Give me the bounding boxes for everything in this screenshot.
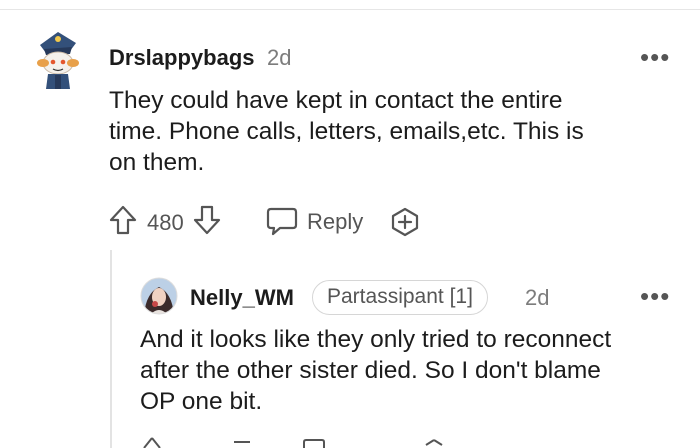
arrow-down-icon	[193, 205, 221, 235]
reply-label: Reply	[307, 209, 364, 234]
award-button[interactable]	[389, 206, 421, 238]
comment-line: OP one bit.	[140, 388, 263, 415]
comment-line: on them.	[109, 149, 205, 176]
upvote-button[interactable]	[108, 204, 138, 236]
comment-body: And it looks like they only tried to rec…	[140, 324, 690, 417]
comment-username[interactable]: Drslappybags	[109, 45, 255, 71]
comment-username[interactable]: Nelly_WM	[190, 285, 294, 311]
arrow-down-icon	[234, 441, 250, 443]
avatar[interactable]	[34, 29, 82, 91]
comment-age[interactable]: 2d	[525, 285, 549, 311]
speech-bubble-icon	[266, 207, 298, 236]
comment-line: They could have kept in contact the enti…	[109, 87, 563, 114]
more-dots-icon[interactable]: •••	[640, 44, 670, 70]
downvote-button[interactable]	[232, 436, 252, 448]
award-button[interactable]	[424, 436, 444, 448]
arrow-up-icon	[143, 437, 161, 448]
speech-bubble-icon	[303, 439, 325, 448]
snoo-avatar-icon	[37, 32, 79, 89]
user-flair-badge: Partassipant [1]	[312, 280, 488, 315]
award-plus-icon	[391, 207, 419, 237]
reply-button[interactable]: Reply	[266, 206, 370, 238]
comment-body: They could have kept in contact the enti…	[109, 85, 679, 178]
user-photo-avatar-icon	[140, 277, 178, 315]
arrow-up-icon	[109, 205, 137, 235]
comment-line: after the other sister died. So I don't …	[140, 357, 601, 384]
comment-age[interactable]: 2d	[267, 45, 291, 71]
avatar[interactable]	[140, 277, 178, 315]
more-dots-icon[interactable]: •••	[640, 283, 670, 309]
comment-line: time. Phone calls, letters, emails,etc. …	[109, 118, 584, 145]
reply-button[interactable]	[302, 436, 326, 448]
comment-line: And it looks like they only tried to rec…	[140, 326, 612, 353]
vote-count: 480	[147, 210, 184, 235]
upvote-button[interactable]	[142, 436, 162, 448]
top-divider	[0, 9, 700, 10]
thread-line[interactable]	[110, 250, 112, 448]
downvote-button[interactable]	[192, 204, 222, 236]
award-plus-icon	[425, 439, 443, 446]
